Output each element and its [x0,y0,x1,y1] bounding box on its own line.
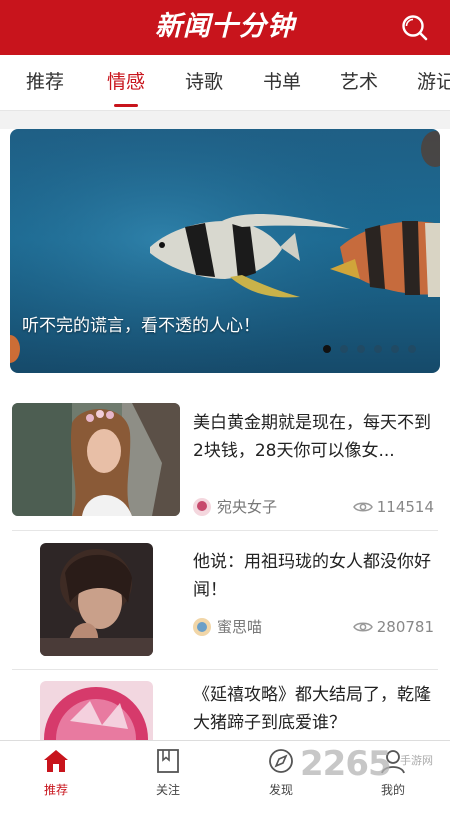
divider [12,669,438,670]
tab-art[interactable]: 艺术 [340,55,378,110]
nav-label: 关注 [155,783,180,797]
carousel-dot[interactable] [391,345,399,353]
view-count: 280781 [352,618,434,636]
article-title[interactable]: 他说：用祖玛珑的女人都没你好闻！ [193,548,433,604]
article-thumbnail [40,543,153,656]
watermark-subtext: 手游网 [400,754,433,767]
author-avatar [193,617,211,636]
list-item[interactable]: 他说：用祖玛珑的女人都没你好闻！ 蜜思喵 280781 [0,542,450,681]
eye-icon [352,502,373,512]
carousel-dot[interactable] [323,345,331,353]
tab-recommend[interactable]: 推荐 [26,55,64,110]
view-count: 114514 [352,498,434,516]
tab-emotion[interactable]: 情感 [107,55,145,110]
author-avatar [193,497,211,516]
compass-icon [269,749,293,773]
carousel-dot[interactable] [357,345,365,353]
watermark-logo: 2265 [300,744,392,784]
author-name: 蜜思喵 [217,618,263,636]
active-tab-indicator [114,104,138,107]
banner-caption: 听不完的谎言，看不透的人心！ [22,316,260,336]
tab-travel[interactable]: 游记 [417,55,450,110]
nav-label: 推荐 [43,783,68,797]
app-header: 新闻十分钟 [0,0,450,55]
nav-follow[interactable]: 关注 [112,741,224,802]
nav-recommend[interactable]: 推荐 [0,741,112,802]
carousel-indicators [323,345,416,353]
eye-icon [352,622,373,632]
author-name: 宛央女子 [217,498,278,516]
view-count-value: 114514 [376,498,434,516]
banner-image [10,129,440,373]
category-tabs: 推荐 情感 诗歌 书单 艺术 游记 [0,55,450,111]
divider [12,530,438,531]
app-title: 新闻十分钟 [155,11,295,42]
home-icon [44,750,68,772]
article-title[interactable]: 《延禧攻略》都大结局了，乾隆大猪蹄子到底爱谁？ [193,681,433,737]
list-item[interactable]: 美白黄金期就是现在，每天不到2块钱，28天你可以像女... 宛央女子 11451… [0,403,450,542]
article-thumbnail [12,403,180,516]
carousel-dot[interactable] [340,345,348,353]
section-divider [0,111,450,129]
carousel-dot[interactable] [374,345,382,353]
article-thumbnail [40,681,153,741]
banner-carousel[interactable]: 听不完的谎言，看不透的人心！ [10,129,440,373]
search-icon[interactable] [400,13,430,43]
carousel-dot[interactable] [408,345,416,353]
tab-poetry[interactable]: 诗歌 [185,55,223,110]
article-author[interactable]: 蜜思喵 [193,616,262,637]
bookmark-book-icon [157,749,179,773]
view-count-value: 280781 [376,618,434,636]
tab-booklist[interactable]: 书单 [263,55,301,110]
article-author[interactable]: 宛央女子 [193,496,277,517]
article-title[interactable]: 美白黄金期就是现在，每天不到2块钱，28天你可以像女... [193,409,433,465]
